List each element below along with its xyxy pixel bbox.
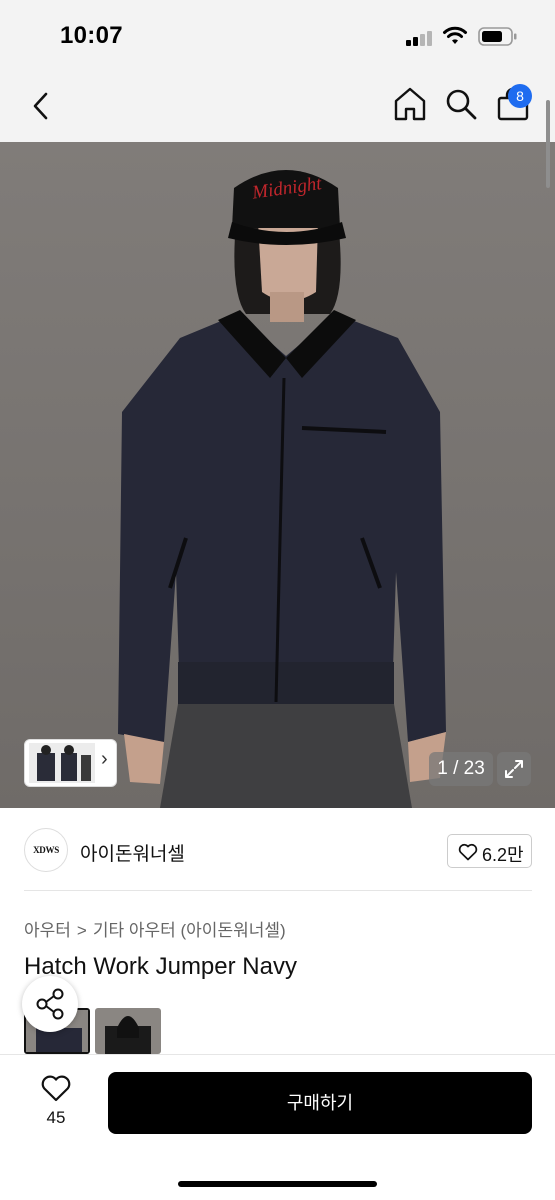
thumbnail-image: [29, 743, 95, 783]
scrollbar[interactable]: [546, 100, 550, 188]
status-bar: 10:07: [0, 0, 555, 70]
color-option-black[interactable]: [95, 1008, 161, 1054]
heart-icon[interactable]: [40, 1074, 72, 1102]
battery-icon: [478, 27, 517, 46]
chevron-right-icon: ›: [101, 748, 108, 770]
expand-icon: [505, 760, 523, 778]
signal-icon: [406, 30, 436, 46]
wifi-icon: [443, 26, 467, 44]
color-option-image: [95, 1008, 161, 1054]
share-button[interactable]: [22, 976, 78, 1032]
gallery-thumbnail-strip[interactable]: ›: [24, 739, 117, 787]
shop-name[interactable]: 아이돈워너셀: [80, 839, 185, 866]
breadcrumb-category[interactable]: 아우터: [24, 921, 71, 940]
image-counter: 1 / 23: [429, 752, 493, 786]
gallery-thumbnail[interactable]: [29, 743, 95, 783]
shop-like-count: 6.2만: [482, 845, 524, 865]
product-image[interactable]: Midnight › 1 / 23: [0, 142, 555, 808]
nav-bar: [0, 70, 555, 142]
wish-count: 45: [46, 1108, 66, 1127]
search-icon[interactable]: [444, 86, 478, 122]
home-icon[interactable]: [393, 86, 427, 122]
status-time: 10:07: [60, 22, 123, 49]
breadcrumb: 아우터 > 기타 아우터 (아이돈워너셀): [24, 916, 286, 941]
buy-button[interactable]: 구매하기: [108, 1072, 532, 1134]
home-indicator: [178, 1181, 377, 1187]
product-photo: Midnight: [0, 142, 555, 808]
share-icon: [36, 988, 64, 1020]
breadcrumb-subcategory[interactable]: 기타 아우터 (아이돈워너셀): [93, 921, 286, 940]
expand-button[interactable]: [497, 752, 531, 786]
divider: [24, 890, 532, 891]
breadcrumb-separator: >: [76, 921, 87, 940]
shop-like-button[interactable]: 6.2만: [447, 834, 532, 868]
shop-logo[interactable]: XDWS: [24, 828, 68, 872]
cart-count-badge: 8: [508, 84, 532, 108]
heart-icon: [458, 843, 478, 861]
back-icon[interactable]: [26, 88, 56, 124]
